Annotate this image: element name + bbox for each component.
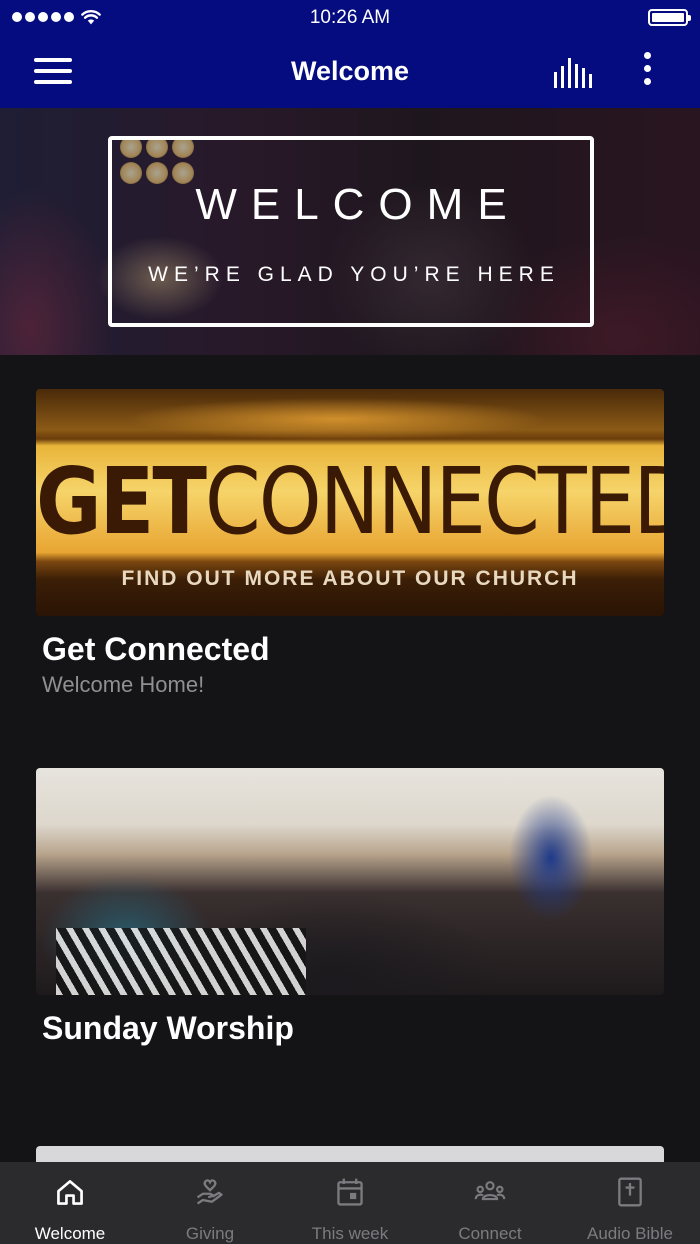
banner-headline: GETCONNECTED xyxy=(36,448,664,555)
tab-label: Giving xyxy=(185,1224,235,1243)
tab-label: Audio Bible xyxy=(586,1224,673,1243)
hero-subtitle: WE’RE GLAD YOU’RE HERE xyxy=(148,263,560,286)
hero-frame xyxy=(108,136,594,327)
tab-connect[interactable]: Connect xyxy=(420,1162,560,1244)
people-group-icon xyxy=(474,1181,506,1201)
status-bar: 10:26 AM xyxy=(0,0,700,36)
tab-label: Welcome xyxy=(34,1224,106,1243)
card-sunday-worship[interactable]: Sunday Worship xyxy=(36,768,664,1047)
status-time: 10:26 AM xyxy=(309,7,391,28)
tab-giving[interactable]: Giving xyxy=(140,1162,280,1244)
welcome-hero-banner[interactable]: WELCOME WE’RE GLAD YOU’RE HERE xyxy=(0,108,700,355)
tab-welcome[interactable]: Welcome xyxy=(0,1162,140,1244)
card-title: Get Connected xyxy=(42,631,270,667)
calendar-icon xyxy=(337,1178,363,1206)
giving-heart-hand-icon xyxy=(196,1179,223,1205)
sunday-worship-photo xyxy=(36,768,664,995)
tab-this-week[interactable]: This week xyxy=(280,1162,420,1244)
tab-label: Connect xyxy=(458,1224,522,1243)
nav-bar: Welcome xyxy=(0,36,700,108)
page-title: Welcome xyxy=(290,56,410,86)
banner-tagline: FIND OUT MORE ABOUT OUR CHURCH xyxy=(121,567,579,590)
tab-label: This week xyxy=(311,1224,389,1243)
card-get-connected[interactable]: GETCONNECTED FIND OUT MORE ABOUT OUR CHU… xyxy=(36,389,664,698)
home-icon xyxy=(57,1180,83,1205)
card-title: Sunday Worship xyxy=(42,1010,294,1046)
hero-title: WELCOME xyxy=(195,180,521,229)
hamburger-menu-icon[interactable] xyxy=(34,58,72,86)
bottom-tab-bar: Welcome Giving This week Connect Audio B… xyxy=(0,1162,700,1244)
card-subtitle: Welcome Home! xyxy=(42,672,205,697)
tab-audio-bible[interactable]: Audio Bible xyxy=(560,1162,700,1244)
bible-icon xyxy=(618,1177,642,1207)
audio-bars-icon[interactable] xyxy=(552,58,592,88)
more-vertical-icon[interactable] xyxy=(638,52,656,92)
get-connected-banner-image: GETCONNECTED FIND OUT MORE ABOUT OUR CHU… xyxy=(36,389,664,616)
battery-icon xyxy=(648,9,691,26)
